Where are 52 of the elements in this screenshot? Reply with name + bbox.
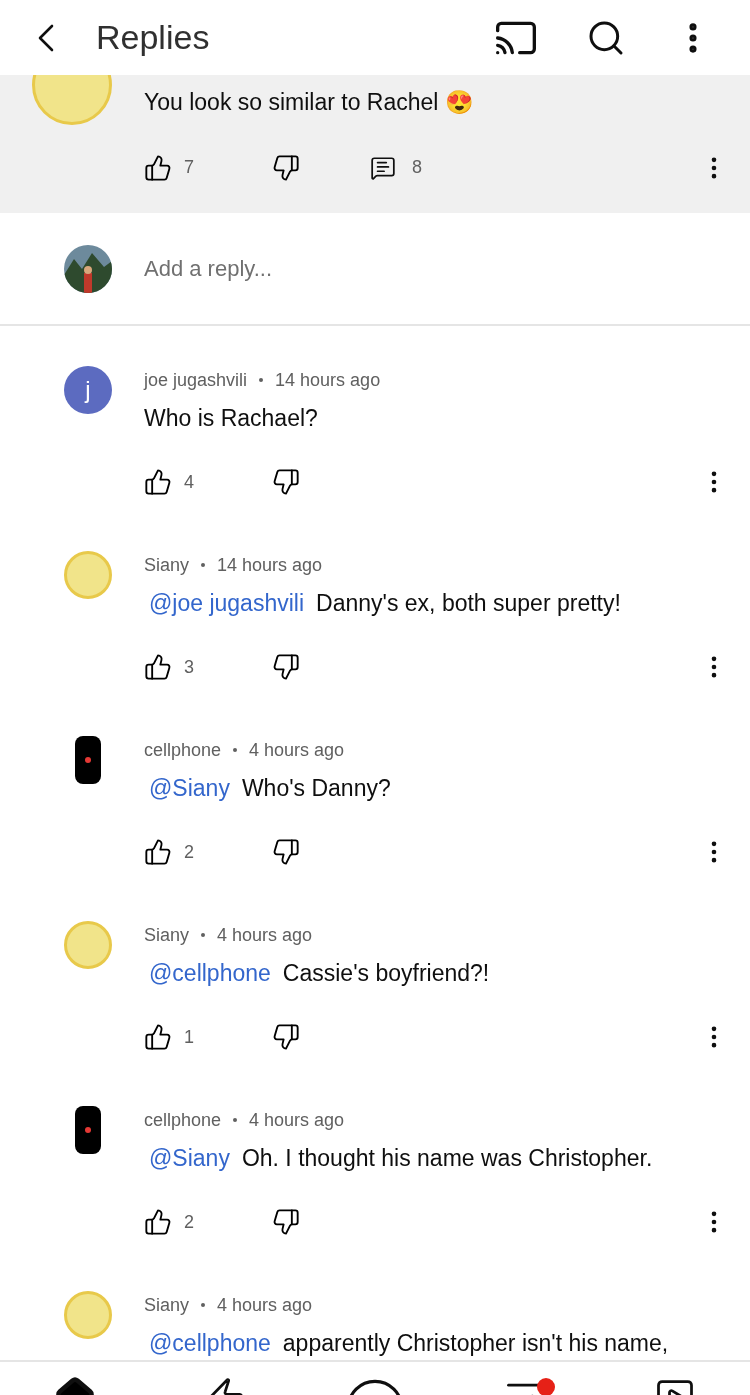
like-icon xyxy=(144,153,172,182)
avatar: j xyxy=(64,366,112,414)
dislike-icon[interactable] xyxy=(272,153,300,182)
comment-time: 4 hours ago xyxy=(249,738,345,762)
like-button[interactable]: 2 xyxy=(144,838,272,866)
author-name[interactable]: Siany xyxy=(144,551,190,579)
dislike-icon[interactable] xyxy=(272,653,300,681)
dislike-icon[interactable] xyxy=(272,838,300,866)
avatar xyxy=(64,1291,112,1339)
author-name[interactable]: Siany xyxy=(144,1291,190,1319)
avatar xyxy=(75,1106,101,1154)
like-icon xyxy=(144,838,172,866)
mention-link[interactable]: @cellphone xyxy=(149,955,271,991)
avatar xyxy=(75,736,101,784)
comment-text: Danny's ex, both super pretty! xyxy=(316,588,621,618)
mention-link[interactable]: @Siany xyxy=(149,770,230,806)
like-button[interactable]: 2 xyxy=(144,1208,272,1236)
replies-button[interactable]: 8 xyxy=(370,154,422,181)
comment-text: Who's Danny? xyxy=(241,773,391,803)
dislike-icon[interactable] xyxy=(272,1023,300,1051)
author-name[interactable]: joe jugashvili xyxy=(144,366,248,394)
like-button[interactable]: 1 xyxy=(144,1023,272,1051)
mention-link[interactable]: @cellphone xyxy=(149,1325,271,1360)
like-button[interactable]: 3 xyxy=(144,653,272,681)
author-name[interactable]: Siany xyxy=(144,921,190,949)
comment-time: 14 hours ago xyxy=(275,368,381,392)
comment-text: apparently Christopher isn't his name, xyxy=(282,1328,669,1358)
dislike-icon[interactable] xyxy=(272,468,300,496)
comment-text: Cassie's boyfriend?! xyxy=(282,958,490,988)
comment-time: 4 hours ago xyxy=(217,1293,313,1317)
like-icon xyxy=(144,1023,172,1051)
avatar xyxy=(64,551,112,599)
comment-time: 14 hours ago xyxy=(217,553,323,577)
comment-icon xyxy=(370,154,396,181)
mention-link[interactable]: @joe jugashvili xyxy=(149,585,305,621)
like-icon xyxy=(144,1208,172,1236)
dislike-icon[interactable] xyxy=(272,1208,300,1236)
reply-field[interactable]: Add a reply... xyxy=(144,252,750,285)
author-name[interactable]: cellphone xyxy=(144,736,222,764)
page-title: Replies xyxy=(96,17,210,58)
comment-text: Oh. I thought his name was Christopher. xyxy=(241,1143,653,1173)
like-icon xyxy=(144,468,172,496)
avatar xyxy=(64,921,112,969)
like-button[interactable]: 4 xyxy=(144,468,272,496)
like-button[interactable]: 7 xyxy=(144,153,272,182)
like-icon xyxy=(144,653,172,681)
author-name[interactable]: cellphone xyxy=(144,1106,222,1134)
comment-text: You look so similar to Rachel 😍 xyxy=(144,88,475,117)
comment-text: Who is Rachael? xyxy=(144,403,318,433)
comment-time: 4 hours ago xyxy=(217,923,313,947)
comment-time: 4 hours ago xyxy=(249,1108,345,1132)
mention-link[interactable]: @Siany xyxy=(149,1140,230,1176)
